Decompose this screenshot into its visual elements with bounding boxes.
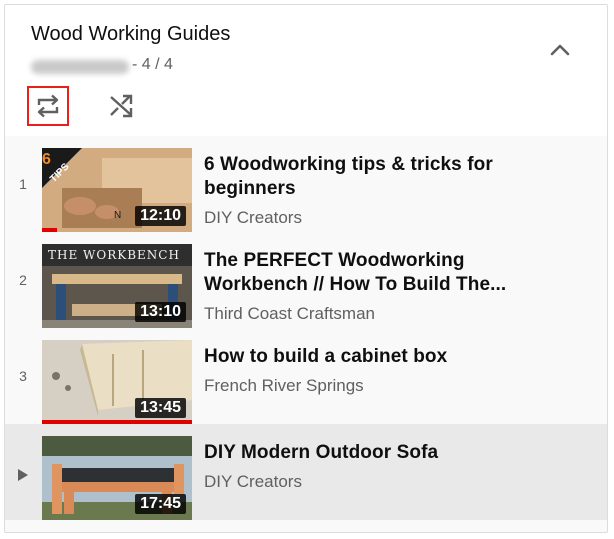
video-thumbnail[interactable]: 17:45 xyxy=(42,436,192,520)
playlist-item-4[interactable]: 17:45 DIY Modern Outdoor Sofa DIY Creato… xyxy=(5,424,607,520)
item-index: 3 xyxy=(19,368,27,384)
thumb-number: 6 xyxy=(42,151,51,168)
shuffle-button[interactable] xyxy=(103,88,139,124)
loop-icon xyxy=(37,94,59,118)
playlist-item-1[interactable]: 1 6 TIPS N 12:10 6 Woodworking tips & tr… xyxy=(5,136,607,232)
now-playing-indicator xyxy=(5,464,41,485)
playlist-item-2[interactable]: 2 THE WORKBENCH 13:10 The PERFECT Woodwo… xyxy=(5,232,607,328)
loop-button[interactable] xyxy=(27,86,69,126)
shuffle-icon xyxy=(110,94,133,118)
playlist-title[interactable]: Wood Working Guides xyxy=(31,23,230,46)
video-channel[interactable]: French River Springs xyxy=(204,376,364,396)
item-index: 2 xyxy=(19,272,27,288)
playlist-panel: Wood Working Guides - 4 / 4 1 6 TIPS N 1… xyxy=(4,4,608,533)
video-duration: 17:45 xyxy=(135,494,186,514)
video-title[interactable]: How to build a cabinet box xyxy=(204,345,534,369)
collapse-button[interactable] xyxy=(543,35,577,65)
item-index: 1 xyxy=(19,176,27,192)
video-thumbnail[interactable]: 13:45 xyxy=(42,340,192,424)
video-channel[interactable]: DIY Creators xyxy=(204,208,302,228)
playlist-position: - 4 / 4 xyxy=(132,56,173,73)
playlist-items: 1 6 TIPS N 12:10 6 Woodworking tips & tr… xyxy=(5,136,607,520)
video-duration: 12:10 xyxy=(135,206,186,226)
video-thumbnail[interactable]: 6 TIPS N 12:10 xyxy=(42,148,192,232)
video-duration: 13:45 xyxy=(135,398,186,418)
playlist-owner-blurred xyxy=(31,60,129,74)
play-indicator-icon xyxy=(18,469,28,481)
video-channel[interactable]: DIY Creators xyxy=(204,472,302,492)
video-thumbnail[interactable]: THE WORKBENCH 13:10 xyxy=(42,244,192,328)
playlist-item-3[interactable]: 3 13:45 How to build a cabinet box Frenc… xyxy=(5,328,607,424)
svg-text:N: N xyxy=(114,210,121,221)
chevron-up-icon xyxy=(550,44,570,56)
video-title[interactable]: DIY Modern Outdoor Sofa xyxy=(204,441,534,465)
video-title[interactable]: 6 Woodworking tips & tricks for beginner… xyxy=(204,153,534,201)
thumb-caption: THE WORKBENCH xyxy=(48,248,180,262)
playlist-header: Wood Working Guides - 4 / 4 xyxy=(5,5,607,136)
video-title[interactable]: The PERFECT Woodworking Workbench // How… xyxy=(204,249,534,297)
video-channel[interactable]: Third Coast Craftsman xyxy=(204,304,375,324)
video-duration: 13:10 xyxy=(135,302,186,322)
